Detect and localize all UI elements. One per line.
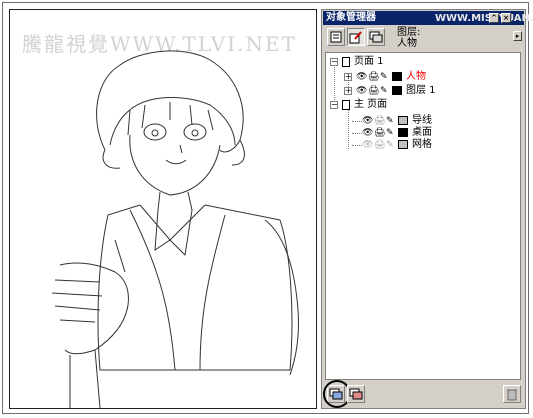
eye-icon[interactable]: 👁 xyxy=(362,116,373,126)
tree-connector xyxy=(352,121,362,122)
layer-color-swatch[interactable] xyxy=(392,86,402,95)
object-manager-panel: 对象管理器 WWW.MISSYUAN.COM ^ × 图层: 人物 ▸ xyxy=(321,9,533,409)
edit-layers-icon xyxy=(349,31,362,44)
close-icon[interactable]: × xyxy=(501,13,511,23)
tree-row-grid[interactable]: 👁 🖨 ✎ 网格 xyxy=(362,139,512,151)
layer-color-swatch[interactable] xyxy=(398,140,408,149)
printer-icon[interactable]: 🖨 xyxy=(368,86,379,96)
page-icon xyxy=(342,100,350,110)
layer-1-label: 图层 1 xyxy=(406,85,436,96)
layer-color-swatch[interactable] xyxy=(392,72,402,81)
delete-icon xyxy=(507,389,517,401)
current-layer-caption: 图层: xyxy=(397,27,421,38)
screenshot-frame: 騰龍視覺WWW.TLVI.NET 对象管理器 WWW.MISSYUAN ^ × … xyxy=(2,2,533,414)
properties-icon xyxy=(330,31,342,43)
new-master-layer-icon xyxy=(349,388,363,400)
tree-connector xyxy=(348,109,349,149)
current-layer-label: 图层: 人物 xyxy=(397,27,420,49)
layer-color-swatch[interactable] xyxy=(398,128,408,137)
guides-label: 导线 xyxy=(412,115,432,126)
pencil-icon[interactable]: ✎ xyxy=(386,116,394,126)
tree-connector xyxy=(352,133,362,134)
collapse-icon[interactable]: ^ xyxy=(489,13,499,23)
printer-icon[interactable]: 🖨 xyxy=(374,128,385,138)
edit-across-layers-button[interactable] xyxy=(347,28,365,46)
panel-title: 对象管理器 xyxy=(326,12,376,23)
tree-connector xyxy=(334,64,335,104)
grid-label: 网格 xyxy=(412,139,432,150)
layer-manager-view-button[interactable] xyxy=(367,28,385,46)
layer-view-icon xyxy=(369,31,383,43)
eye-icon[interactable]: 👁 xyxy=(362,128,373,138)
new-master-layer-button[interactable] xyxy=(347,385,365,403)
watermark-right: WWW.MISSYUAN.COM xyxy=(435,13,533,24)
printer-icon[interactable]: 🖨 xyxy=(374,140,385,150)
delete-button[interactable] xyxy=(503,385,521,403)
girl-line-drawing xyxy=(51,50,299,408)
tree-row-master-page[interactable]: − 主 页面 xyxy=(330,99,510,111)
panel-toolbar: 图层: 人物 ▸ xyxy=(323,26,524,50)
eye-icon[interactable]: 👁 xyxy=(356,86,367,96)
printer-icon[interactable]: 🖨 xyxy=(374,116,385,126)
pencil-icon[interactable]: ✎ xyxy=(386,128,394,138)
eye-icon[interactable]: 👁 xyxy=(356,72,367,82)
expand-toggle[interactable]: + xyxy=(344,73,352,81)
tree-row-guides[interactable]: 👁 🖨 ✎ 导线 xyxy=(362,115,512,127)
eye-icon[interactable]: 👁 xyxy=(362,140,373,150)
pencil-icon[interactable]: ✎ xyxy=(386,140,394,150)
pencil-icon[interactable]: ✎ xyxy=(380,86,388,96)
current-layer-name: 人物 xyxy=(397,38,417,49)
master-page-label: 主 页面 xyxy=(354,99,388,110)
pencil-icon[interactable]: ✎ xyxy=(380,72,388,82)
printer-icon[interactable]: 🖨 xyxy=(368,72,379,82)
drawing-canvas[interactable]: 騰龍視覺WWW.TLVI.NET xyxy=(9,9,317,409)
expand-toggle[interactable]: + xyxy=(344,87,352,95)
layer-color-swatch[interactable] xyxy=(398,116,408,125)
panel-titlebar: 对象管理器 WWW.MISSYUAN.COM ^ × xyxy=(323,11,533,25)
layer-people-label: 人物 xyxy=(406,71,426,82)
tree-connector xyxy=(352,145,362,146)
panel-bottom-toolbar xyxy=(323,380,524,408)
show-properties-button[interactable] xyxy=(327,28,345,46)
collapse-toggle[interactable]: − xyxy=(330,101,338,109)
page-icon xyxy=(342,57,350,67)
desktop-label: 桌面 xyxy=(412,127,432,138)
page1-label: 页面 1 xyxy=(354,56,384,67)
panel-menu-arrow-icon[interactable]: ▸ xyxy=(513,31,522,41)
object-tree: − 页面 1 + 👁 🖨 ✎ 人物 + 👁 🖨 ✎ 图层 1 − 主 页面 👁 … xyxy=(325,52,521,380)
tree-row-layer-1[interactable]: + 👁 🖨 ✎ 图层 1 xyxy=(344,85,514,97)
tree-row-page1[interactable]: − 页面 1 xyxy=(330,56,510,68)
collapse-toggle[interactable]: − xyxy=(330,58,338,66)
tree-row-desktop[interactable]: 👁 🖨 ✎ 桌面 xyxy=(362,127,512,139)
tree-row-layer-people[interactable]: + 👁 🖨 ✎ 人物 xyxy=(344,71,514,83)
